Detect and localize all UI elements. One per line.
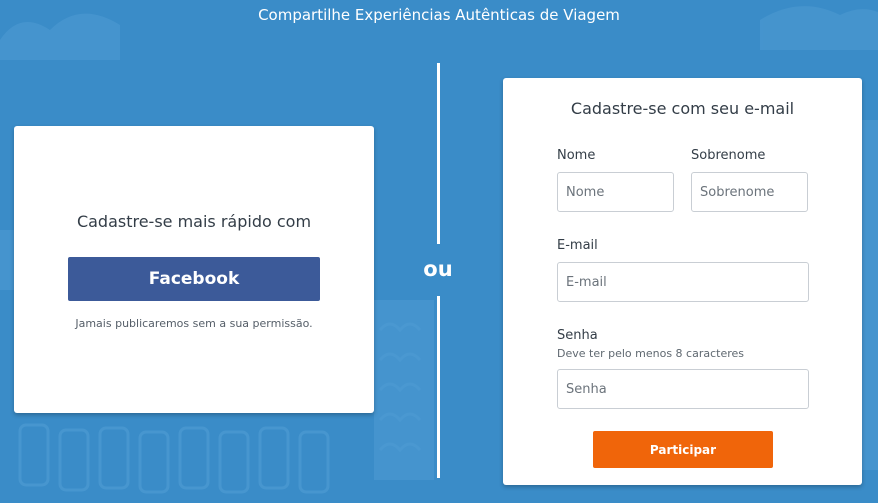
email-signup-heading: Cadastre-se com seu e-mail <box>570 99 795 118</box>
page-title: Compartilhe Experiências Autênticas de V… <box>258 6 620 24</box>
password-label: Senha <box>557 328 598 343</box>
last-name-label: Sobrenome <box>691 148 766 163</box>
email-input[interactable] <box>557 262 809 302</box>
password-input[interactable] <box>557 369 809 409</box>
social-signup-heading: Cadastre-se mais rápido com <box>76 212 312 231</box>
facebook-signup-button[interactable]: Facebook <box>68 257 320 301</box>
social-signup-card: Cadastre-se mais rápido com Facebook Jam… <box>14 126 374 413</box>
last-name-input[interactable] <box>691 172 808 212</box>
email-label: E-mail <box>557 238 598 253</box>
divider-line-top <box>437 63 440 244</box>
first-name-input[interactable] <box>557 172 674 212</box>
join-button[interactable]: Participar <box>593 431 773 468</box>
privacy-note: Jamais publicaremos sem a sua permissão. <box>75 317 313 330</box>
password-hint: Deve ter pelo menos 8 caracteres <box>557 347 745 360</box>
divider-line-bottom <box>437 296 440 478</box>
email-signup-card: Cadastre-se com seu e-mail Nome Sobrenom… <box>503 78 862 485</box>
or-separator: ou <box>423 257 453 281</box>
first-name-label: Nome <box>557 148 596 163</box>
